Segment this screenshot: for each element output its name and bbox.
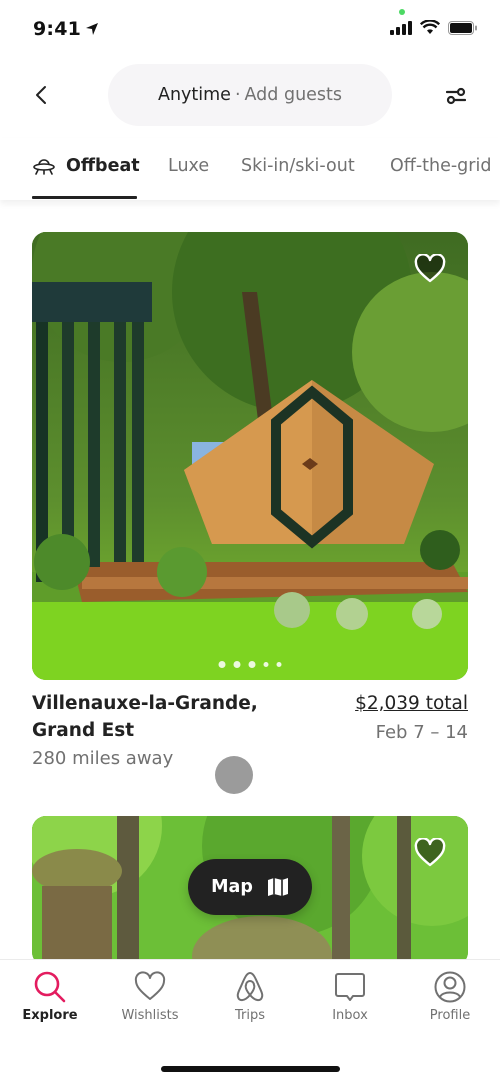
- airbnb-logo-icon: [236, 972, 264, 1002]
- photo-pagination: [218, 661, 282, 668]
- tab-offbeat[interactable]: Offbeat: [32, 156, 140, 176]
- listing-title: Villenauxe-la-Grande, Grand Est: [32, 690, 292, 744]
- location-arrow-icon: [86, 23, 99, 35]
- pagination-dot-active: [218, 661, 226, 668]
- cabin-photo: [32, 232, 468, 680]
- nav-inbox[interactable]: Inbox: [300, 970, 400, 1023]
- tab-ski-in-ski-out[interactable]: Ski-in/ski-out: [241, 156, 355, 176]
- back-button[interactable]: [26, 80, 56, 110]
- listing-photo[interactable]: [32, 232, 468, 680]
- pagination-dot: [263, 662, 269, 667]
- search-guests: Add guests: [244, 85, 343, 105]
- listing-distance: 280 miles away: [32, 748, 174, 769]
- listing-title-line2: Grand Est: [32, 720, 135, 741]
- active-tab-indicator: [32, 196, 137, 199]
- nav-label: Explore: [22, 1008, 78, 1023]
- nav-wishlists[interactable]: Wishlists: [100, 970, 200, 1023]
- battery-icon: [448, 20, 477, 35]
- nav-label: Profile: [429, 1008, 471, 1023]
- tab-luxe[interactable]: Luxe: [168, 156, 209, 176]
- status-time: 9:41: [33, 18, 99, 40]
- search-when: Anytime: [157, 85, 231, 105]
- nav-explore[interactable]: Explore: [0, 970, 100, 1023]
- map-button-label: Map: [211, 877, 253, 897]
- tab-off-the-grid[interactable]: Off-the-grid: [390, 156, 491, 176]
- tab-label: Luxe: [168, 156, 210, 176]
- status-icons: [390, 20, 478, 35]
- search-bar[interactable]: Anytime · Add guests: [108, 64, 392, 126]
- pagination-dot: [233, 661, 241, 668]
- bottom-nav: Explore Wishlists Trips Inbox Profile: [0, 959, 500, 1080]
- camera-in-use-dot: [399, 9, 405, 15]
- nav-profile[interactable]: Profile: [400, 970, 500, 1023]
- app-screen: 9:41 Anytime · Add guests Offbeat Luxe S…: [0, 0, 500, 1080]
- heart-icon: [414, 837, 446, 867]
- nav-trips[interactable]: Trips: [200, 970, 300, 1023]
- tab-label: Ski-in/ski-out: [241, 156, 355, 176]
- profile-icon: [434, 971, 466, 1003]
- search-header: Anytime · Add guests: [0, 58, 500, 138]
- map-button[interactable]: Map: [188, 859, 312, 915]
- listing-dates: Feb 7 – 14: [375, 722, 468, 743]
- heart-icon: [414, 253, 446, 283]
- heart-icon: [134, 971, 166, 1000]
- cellular-signal-icon: [390, 20, 412, 35]
- wifi-icon: [420, 20, 440, 34]
- touch-indicator: [215, 756, 253, 794]
- search-icon: [34, 971, 66, 1003]
- sliders-icon: [446, 87, 466, 105]
- nav-label: Wishlists: [121, 1008, 179, 1023]
- status-bar: 9:41: [0, 0, 500, 58]
- search-separator: ·: [234, 85, 241, 105]
- tab-label: Off-the-grid: [390, 156, 492, 176]
- nav-label: Inbox: [332, 1008, 368, 1023]
- filters-button[interactable]: [440, 80, 472, 112]
- tab-label: Offbeat: [66, 156, 140, 176]
- wishlist-button[interactable]: [414, 837, 446, 868]
- listing-price[interactable]: $2,039 total: [355, 690, 468, 717]
- listing-title-line1: Villenauxe-la-Grande,: [32, 693, 258, 714]
- chevron-left-icon: [36, 86, 46, 104]
- category-tabs: Offbeat Luxe Ski-in/ski-out Off-the-grid: [0, 138, 500, 200]
- wishlist-button[interactable]: [414, 253, 446, 284]
- home-indicator[interactable]: [161, 1066, 340, 1072]
- pagination-dot: [276, 662, 282, 667]
- nav-label: Trips: [234, 1008, 265, 1023]
- map-icon: [267, 878, 288, 896]
- listing-card[interactable]: Villenauxe-la-Grande, Grand Est 280 mile…: [32, 232, 468, 786]
- message-icon: [335, 973, 365, 1001]
- clock: 9:41: [33, 18, 82, 40]
- pagination-dot: [248, 661, 256, 668]
- ufo-icon: [33, 159, 55, 175]
